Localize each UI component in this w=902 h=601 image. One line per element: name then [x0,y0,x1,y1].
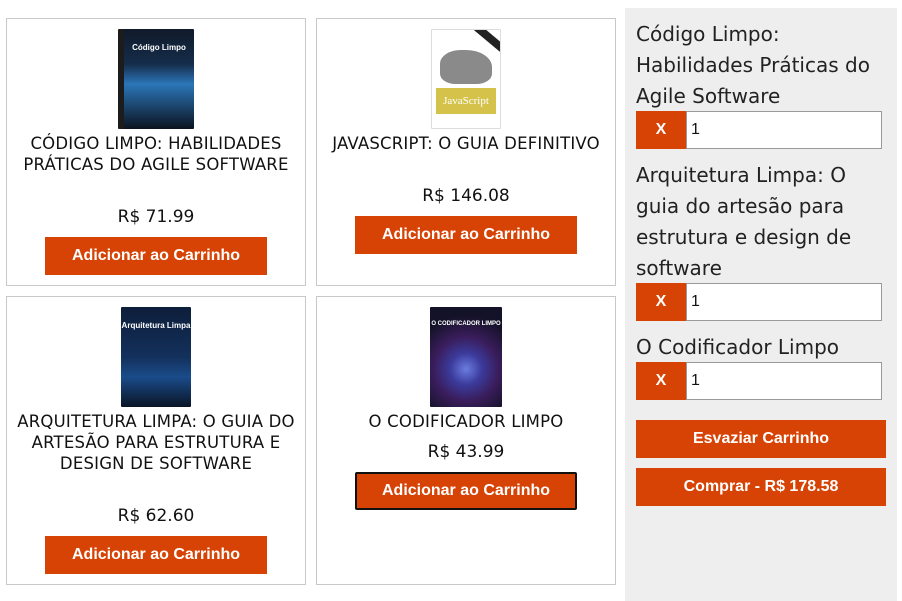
cart-sidebar: Código Limpo: Habilidades Práticas do Ag… [625,8,897,601]
add-to-cart-button[interactable]: Adicionar ao Carrinho [45,237,267,275]
product-title: CÓDIGO LIMPO: HABILIDADES PRÁTICAS DO AG… [23,134,289,174]
add-to-cart-button[interactable]: Adicionar ao Carrinho [355,472,577,510]
rhino-illustration [440,50,492,84]
cover-title: O CODIFICADOR LIMPO [431,321,501,327]
cart-item-title: Arquitetura Limpa: O guia do artesão par… [636,163,852,280]
cover-title: JavaScript [436,88,496,114]
add-to-cart-button[interactable]: Adicionar ao Carrinho [45,536,267,574]
product-card: Código Limpo CÓDIGO LIMPO: HABILIDADES P… [6,18,306,286]
book-cover-image: O CODIFICADOR LIMPO [430,307,502,407]
remove-item-button[interactable]: X [636,111,686,149]
product-card: O CODIFICADOR LIMPO O CODIFICADOR LIMPO … [316,296,616,585]
quantity-input[interactable]: 1 [686,111,882,149]
empty-cart-button[interactable]: Esvaziar Carrinho [636,420,886,458]
quantity-input[interactable]: 1 [686,283,882,321]
cart-item-title: O Codificador Limpo [636,335,840,359]
book-cover-image: Arquitetura Limpa [121,307,191,407]
product-price: R$ 71.99 [117,207,195,227]
product-price: R$ 62.60 [117,506,195,526]
cart-item-title: Código Limpo: Habilidades Práticas do Ag… [636,22,870,108]
product-price: R$ 146.08 [422,186,510,206]
quantity-input[interactable]: 1 [686,362,882,400]
remove-item-button[interactable]: X [636,362,686,400]
remove-item-button[interactable]: X [636,283,686,321]
product-title: JAVASCRIPT: O GUIA DEFINITIVO [332,134,600,153]
book-cover-image: JavaScript [431,29,501,129]
product-title: ARQUITETURA LIMPA: O GUIA DO ARTESÃO PAR… [17,412,295,473]
cover-title: Código Limpo [132,43,186,52]
book-cover-image: Código Limpo [118,29,194,129]
add-to-cart-button[interactable]: Adicionar ao Carrinho [355,216,577,254]
checkout-button[interactable]: Comprar - R$ 178.58 [636,468,886,506]
product-card: JavaScript JAVASCRIPT: O GUIA DEFINITIVO… [316,18,616,286]
cover-title: Arquitetura Limpa [121,321,191,330]
product-title: O CODIFICADOR LIMPO [368,412,564,431]
product-price: R$ 43.99 [427,442,505,462]
product-card: Arquitetura Limpa ARQUITETURA LIMPA: O G… [6,296,306,585]
